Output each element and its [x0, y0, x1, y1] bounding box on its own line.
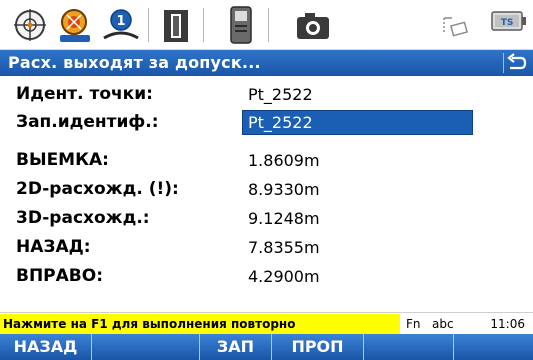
controller-icon[interactable]	[226, 4, 256, 46]
cut-value: 1.8609m	[248, 151, 320, 170]
message-text: Нажмите на F1 для выполнения повторно	[0, 314, 400, 334]
cut-label: ВЫЕМКА:	[16, 150, 109, 170]
status-separator	[268, 8, 269, 42]
delta-3d-value: 9.1248m	[248, 209, 320, 228]
softkey-f6[interactable]	[454, 334, 533, 360]
message-bar: Нажмите на F1 для выполнения повторно Fn…	[0, 312, 533, 334]
staking-icon[interactable]	[436, 4, 474, 46]
status-separator	[203, 8, 204, 42]
record-id-label: Зап.идентиф.:	[16, 112, 159, 132]
status-bar: 1 TS	[0, 0, 533, 50]
content-panel: Идент. точки: Pt_2522 Зап.идентиф.: Pt_2…	[0, 76, 533, 312]
field-record-id: Зап.идентиф.: Pt_2522	[0, 109, 533, 137]
status-separator	[148, 8, 149, 42]
delta-2d-value: 8.9330m	[248, 180, 320, 199]
battery-label: TS	[501, 18, 514, 28]
field-point-id: Идент. точки: Pt_2522	[0, 81, 533, 109]
svg-text:1: 1	[116, 14, 125, 29]
softkey-f3-store[interactable]: ЗАП	[200, 334, 272, 360]
softkey-f2[interactable]	[92, 334, 200, 360]
clock: 11:06	[490, 317, 525, 331]
input-mode-indicator: abc	[432, 317, 454, 331]
fn-indicator: Fn	[406, 317, 421, 331]
title-bar: Расх. выходят за допуск...	[0, 50, 533, 76]
right-label: ВПРАВО:	[16, 266, 104, 286]
softkey-f1-back[interactable]: НАЗАД	[0, 334, 92, 360]
record-id-value: Pt_2522	[248, 113, 313, 132]
field-right: ВПРАВО: 4.2900m	[0, 263, 533, 291]
right-value: 4.2900m	[248, 267, 320, 286]
softkey-bar: НАЗАД ЗАП ПРОП	[0, 334, 533, 360]
point-id-label: Идент. точки:	[16, 84, 153, 104]
reflectorless-icon[interactable]: 1	[100, 4, 142, 46]
back-value: 7.8355m	[248, 238, 320, 257]
softkey-f5[interactable]	[364, 334, 454, 360]
target-icon[interactable]	[12, 4, 48, 46]
softkey-f4-skip[interactable]: ПРОП	[272, 334, 364, 360]
instrument-icon[interactable]	[158, 4, 194, 46]
field-delta-2d: 2D-расхожд. (!): 8.9330m	[0, 176, 533, 204]
field-delta-3d: 3D-расхожд.: 9.1248m	[0, 205, 533, 233]
delta-3d-label: 3D-расхожд.:	[16, 208, 150, 228]
record-id-input[interactable]: Pt_2522	[242, 110, 473, 135]
page-title: Расх. выходят за допуск...	[8, 53, 261, 72]
camera-icon[interactable]	[292, 4, 334, 46]
point-id-value: Pt_2522	[248, 85, 313, 104]
prism-icon[interactable]	[56, 4, 96, 46]
battery-icon: TS	[490, 4, 528, 46]
return-icon[interactable]	[503, 53, 527, 73]
back-label: НАЗАД:	[16, 237, 91, 257]
field-cut: ВЫЕМКА: 1.8609m	[0, 147, 533, 175]
field-back: НАЗАД: 7.8355m	[0, 234, 533, 262]
delta-2d-label: 2D-расхожд. (!):	[16, 179, 179, 199]
